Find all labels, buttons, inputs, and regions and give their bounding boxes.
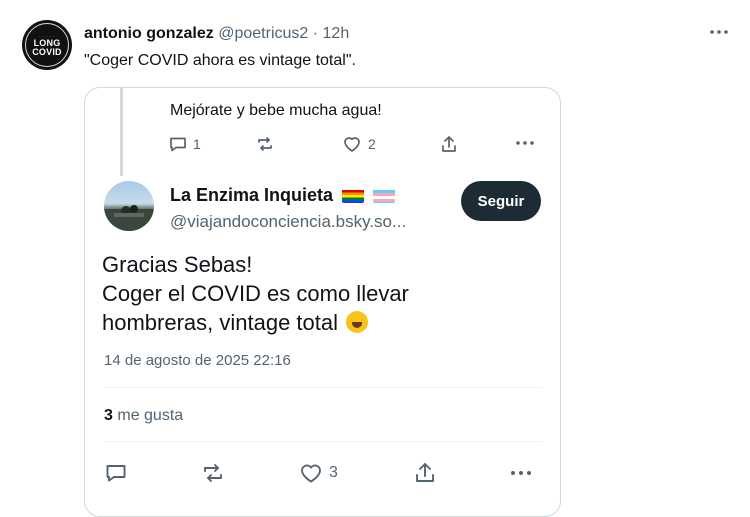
reply-author-avatar[interactable] <box>104 181 154 231</box>
reply-action[interactable] <box>104 461 128 485</box>
author-meta: @poetricus2 · 12h <box>218 25 350 42</box>
reply-author-handle[interactable]: @viajandoconciencia.bsky.so... <box>170 211 406 233</box>
rainbow-flag-icon <box>342 188 365 203</box>
likes-label: me gusta <box>117 407 184 424</box>
ellipsis-icon[interactable] <box>707 22 731 42</box>
likes-count: 3 <box>104 407 113 424</box>
divider <box>104 387 542 388</box>
more-options-action[interactable] <box>508 466 534 480</box>
reply-body-line3: hombreras, vintage total <box>102 310 339 335</box>
like-count: 2 <box>368 136 376 152</box>
share-icon <box>413 461 437 485</box>
repost-icon <box>255 134 275 154</box>
follow-button[interactable]: Seguir <box>461 181 541 221</box>
parent-reply-text: Mejórate y bebe mucha agua! <box>170 102 382 119</box>
reply-body-line3-wrap: hombreras, vintage total <box>102 308 542 337</box>
share-action[interactable] <box>439 134 459 154</box>
likes-summary[interactable]: 3 me gusta <box>104 406 183 426</box>
reply-body-line1: Gracias Sebas! <box>102 252 253 277</box>
post-text: "Coger COVID ahora es vintage total". <box>84 52 356 69</box>
heart-icon <box>341 134 363 154</box>
repost-action[interactable] <box>255 134 275 154</box>
laughing-emoji-icon <box>346 311 369 333</box>
comment-icon <box>104 461 128 485</box>
reply-action[interactable]: 1 <box>168 134 201 154</box>
repost-action[interactable] <box>201 461 225 485</box>
post-header: antonio gonzalez @poetricus2 · 12h <box>84 24 349 44</box>
like-action[interactable]: 2 <box>341 134 376 154</box>
reply-date[interactable]: 14 de agosto de 2025 22:16 <box>104 351 291 371</box>
reply-count: 1 <box>193 136 201 152</box>
reply-body: Gracias Sebas! Coger el COVID es como ll… <box>102 250 542 337</box>
more-options-action[interactable] <box>514 137 536 149</box>
heart-icon <box>298 461 324 485</box>
repost-icon <box>201 461 225 485</box>
reply-author-name-text: La Enzima Inquieta <box>170 185 334 205</box>
transgender-flag-icon <box>373 188 396 203</box>
ellipsis-icon <box>508 466 534 480</box>
comment-icon <box>168 134 188 154</box>
like-action[interactable]: 3 <box>298 461 338 485</box>
thread-connector <box>120 88 123 176</box>
reply-body-line2: Coger el COVID es como llevar <box>102 281 409 306</box>
avatar-text-line2: COVID <box>32 46 62 57</box>
share-icon <box>439 134 459 154</box>
author-name[interactable]: antonio gonzalez <box>84 25 214 42</box>
author-avatar[interactable]: · · · · · LONG COVID <box>22 20 72 70</box>
divider <box>104 441 542 442</box>
share-action[interactable] <box>413 461 437 485</box>
like-count: 3 <box>329 464 338 481</box>
reply-author-name[interactable]: La Enzima Inquieta <box>170 184 396 206</box>
ellipsis-icon <box>514 137 536 149</box>
